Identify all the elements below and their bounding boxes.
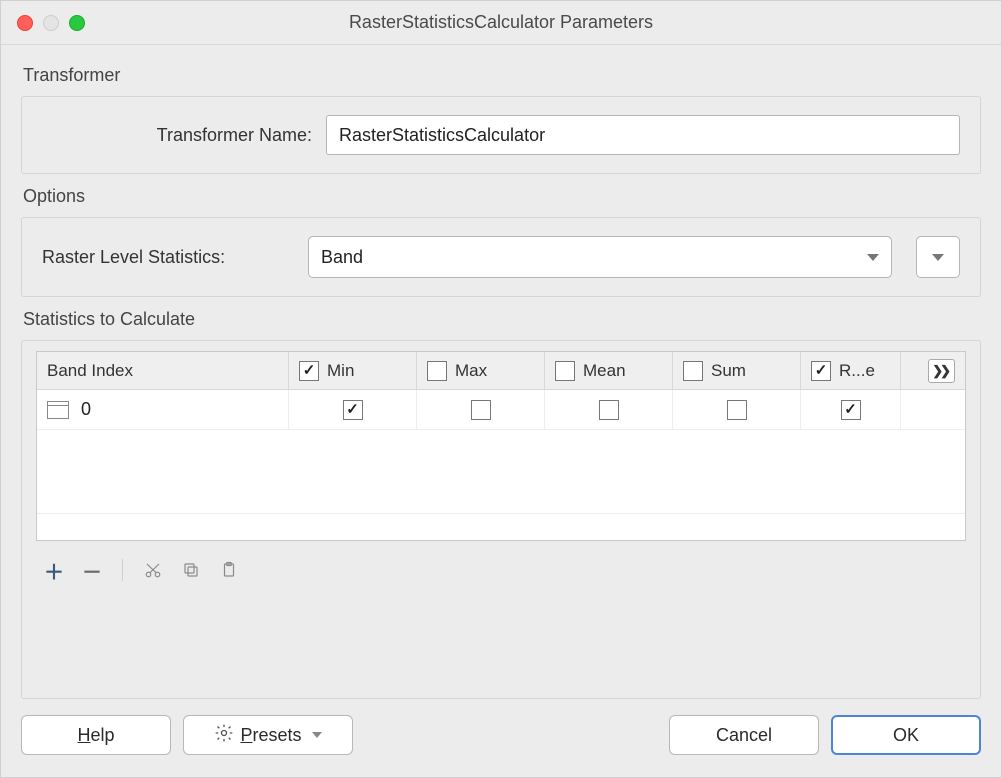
th-sum-label: Sum (711, 361, 746, 381)
toolbar-divider (122, 559, 123, 581)
table-row[interactable]: 0 (37, 390, 965, 430)
th-range-checkbox[interactable] (811, 361, 831, 381)
help-button[interactable]: Help (21, 715, 171, 755)
table-toolbar: ＋ － (36, 541, 966, 587)
content: Transformer Transformer Name: Options Ra… (1, 45, 1001, 709)
th-mean-checkbox[interactable] (555, 361, 575, 381)
cut-button[interactable] (143, 560, 163, 580)
transformer-name-label: Transformer Name: (42, 125, 312, 146)
dialog-footer: Help Presets Cancel OK (1, 709, 1001, 777)
th-min-checkbox[interactable] (299, 361, 319, 381)
raster-level-label: Raster Level Statistics: (42, 247, 294, 268)
th-min-label: Min (327, 361, 354, 381)
options-panel: Raster Level Statistics: Band (21, 217, 981, 297)
ok-label: OK (893, 725, 919, 746)
cell-mean[interactable] (545, 390, 673, 429)
section-label-transformer: Transformer (23, 65, 981, 86)
th-range-label: R...e (839, 361, 875, 381)
raster-level-value: Band (321, 247, 867, 268)
section-label-statistics: Statistics to Calculate (23, 309, 981, 330)
statistics-panel: Band Index Min Max Mean (21, 340, 981, 699)
table-header: Band Index Min Max Mean (37, 352, 965, 390)
chevron-down-icon (867, 254, 879, 261)
cell-min[interactable] (289, 390, 417, 429)
th-expand[interactable]: ❯❯ (901, 352, 965, 390)
cell-min-checkbox[interactable] (343, 400, 363, 420)
window-controls (1, 15, 85, 31)
th-max[interactable]: Max (417, 352, 545, 390)
th-band-index[interactable]: Band Index (37, 352, 289, 390)
th-mean[interactable]: Mean (545, 352, 673, 390)
cell-sum-checkbox[interactable] (727, 400, 747, 420)
ok-button[interactable]: OK (831, 715, 981, 755)
paste-button[interactable] (219, 560, 239, 580)
dialog-window: RasterStatisticsCalculator Parameters Tr… (0, 0, 1002, 778)
cell-range[interactable] (801, 390, 901, 429)
raster-level-select[interactable]: Band (308, 236, 892, 278)
th-range[interactable]: R...e (801, 352, 901, 390)
minimize-icon[interactable] (43, 15, 59, 31)
raster-level-menu-button[interactable] (916, 236, 960, 278)
close-icon[interactable] (17, 15, 33, 31)
chevron-down-icon (312, 732, 322, 738)
transformer-panel: Transformer Name: (21, 96, 981, 174)
cell-range-checkbox[interactable] (841, 400, 861, 420)
statistics-table: Band Index Min Max Mean (36, 351, 966, 541)
cell-mean-checkbox[interactable] (599, 400, 619, 420)
cell-max-checkbox[interactable] (471, 400, 491, 420)
table-footer (37, 514, 965, 540)
copy-button[interactable] (181, 560, 201, 580)
th-min[interactable]: Min (289, 352, 417, 390)
help-label: Help (77, 725, 114, 746)
th-max-label: Max (455, 361, 487, 381)
row-type-icon (47, 401, 69, 419)
presets-label: Presets (240, 725, 301, 746)
cell-band-index-value: 0 (81, 399, 91, 420)
chevron-down-icon (932, 254, 944, 261)
cell-expand (901, 390, 965, 429)
expand-columns-icon[interactable]: ❯❯ (928, 359, 955, 383)
cell-band-index[interactable]: 0 (37, 390, 289, 429)
zoom-icon[interactable] (69, 15, 85, 31)
th-sum[interactable]: Sum (673, 352, 801, 390)
cancel-label: Cancel (716, 725, 772, 746)
th-band-index-label: Band Index (47, 361, 133, 381)
presets-button[interactable]: Presets (183, 715, 353, 755)
section-label-options: Options (23, 186, 981, 207)
cancel-button[interactable]: Cancel (669, 715, 819, 755)
th-max-checkbox[interactable] (427, 361, 447, 381)
cell-max[interactable] (417, 390, 545, 429)
table-empty-row (37, 430, 965, 514)
transformer-name-input[interactable] (326, 115, 960, 155)
add-row-button[interactable]: ＋ (44, 560, 64, 580)
cell-sum[interactable] (673, 390, 801, 429)
th-mean-label: Mean (583, 361, 626, 381)
th-sum-checkbox[interactable] (683, 361, 703, 381)
remove-row-button[interactable]: － (82, 560, 102, 580)
window-title: RasterStatisticsCalculator Parameters (1, 12, 1001, 33)
titlebar: RasterStatisticsCalculator Parameters (1, 1, 1001, 45)
gear-icon (214, 723, 234, 748)
